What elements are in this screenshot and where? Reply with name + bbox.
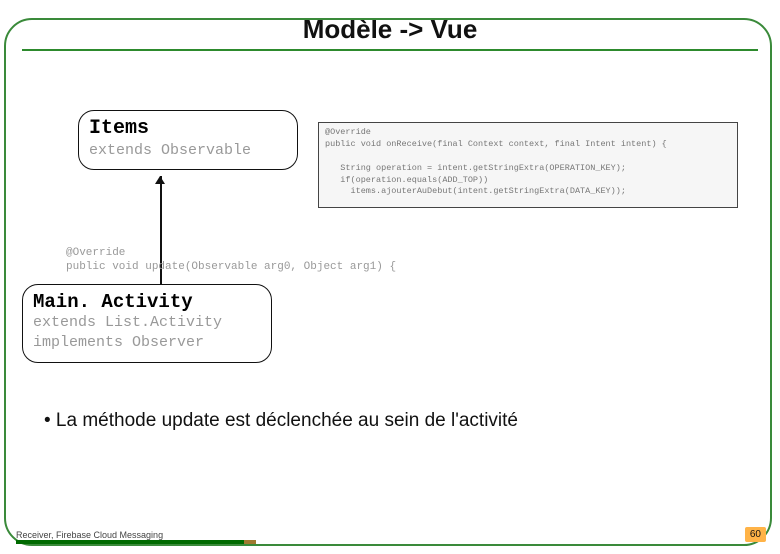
items-class-box: Items extends Observable bbox=[78, 110, 298, 170]
slide-border bbox=[4, 18, 772, 546]
bullet-note: • La méthode update est déclenchée au se… bbox=[44, 410, 518, 432]
footer-text: Receiver, Firebase Cloud Messaging bbox=[16, 530, 163, 540]
items-class-name: Items bbox=[89, 117, 287, 140]
mainactivity-class-box: Main. Activity extends List.Activity imp… bbox=[22, 284, 272, 363]
mainactivity-class-name: Main. Activity bbox=[33, 291, 261, 313]
mainactivity-implements: implements Observer bbox=[33, 333, 261, 353]
footer-bar-accent bbox=[244, 540, 256, 544]
code-update-snippet: @Override public void update(Observable … bbox=[66, 246, 396, 275]
items-class-extends: extends Observable bbox=[89, 142, 287, 159]
footer-bar-green bbox=[16, 540, 244, 544]
mainactivity-extends: extends List.Activity bbox=[33, 313, 261, 333]
arrowhead-up-icon bbox=[155, 176, 165, 184]
code-onreceive-box: @Override public void onReceive(final Co… bbox=[318, 122, 738, 208]
